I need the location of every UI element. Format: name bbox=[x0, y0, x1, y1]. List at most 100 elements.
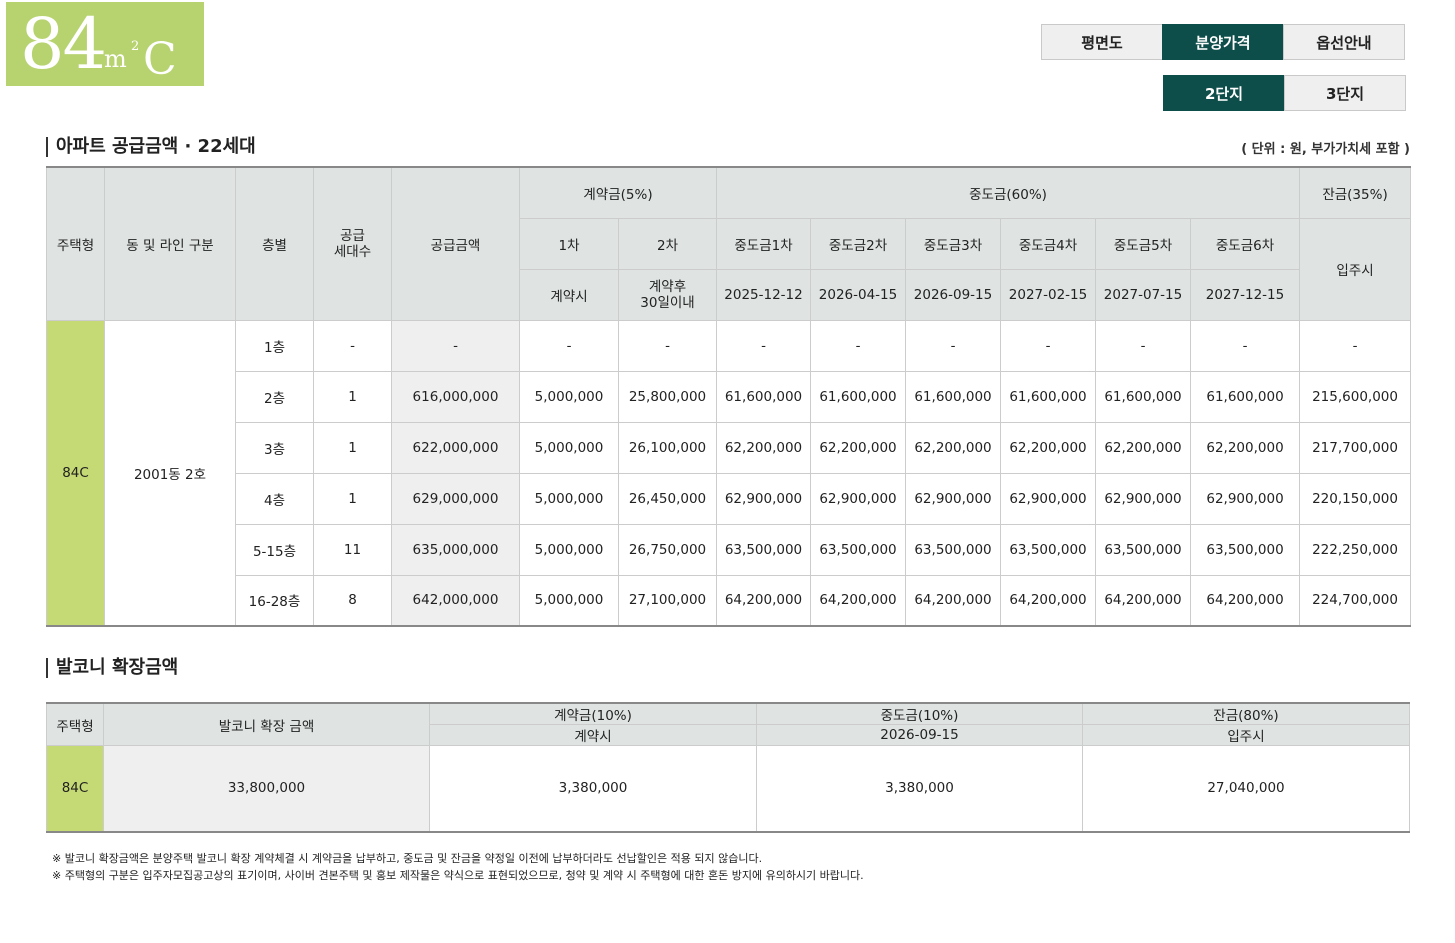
cell-supply: 616,000,000 bbox=[391, 370, 520, 423]
col-header-d5: 2027-07-15 bbox=[1095, 268, 1191, 321]
footnote-unit-type: ※ 주택형의 구분은 입주자모집공고상의 표기이며, 사이버 견본주택 및 홍보… bbox=[52, 869, 864, 882]
cell-m1: 61,600,000 bbox=[716, 370, 811, 423]
cell-c1: 5,000,000 bbox=[519, 370, 619, 423]
cell-m1: 62,200,000 bbox=[716, 421, 811, 474]
col-header-c2-when: 계약후 30일이내 bbox=[618, 268, 717, 321]
col-header-m2: 중도금2차 bbox=[810, 217, 906, 270]
cell-households: - bbox=[313, 319, 392, 372]
col-header-m6: 중도금6차 bbox=[1189, 217, 1301, 270]
cell-m4: 63,500,000 bbox=[1000, 523, 1096, 576]
col-header-d1: 2025-12-12 bbox=[716, 268, 811, 321]
col-header-contract: 계약금(5%) bbox=[519, 166, 717, 219]
balcony-header-type: 주택형 bbox=[46, 702, 104, 746]
cell-m4: 62,200,000 bbox=[1000, 421, 1096, 474]
cell-m1: - bbox=[716, 319, 811, 372]
cell-c1: 5,000,000 bbox=[519, 472, 619, 525]
col-header-line: 동 및 라인 구분 bbox=[104, 166, 236, 321]
table-row: 84C 2001동 2호 1층 - - - - - - - - - - - bbox=[46, 319, 1412, 627]
balcony-header-middle-when: 2026-09-15 bbox=[756, 724, 1083, 746]
balcony-header-balance: 잔금(80%) bbox=[1082, 702, 1410, 725]
table-row: 4층 1 629,000,000 5,000,000 26,450,000 62,900,… bbox=[47, 472, 1412, 525]
cell-households: 8 bbox=[313, 574, 392, 627]
balcony-price-table: 주택형 발코니 확장 금액 계약금(10%) 중도금(10%) 잔금(80%) … bbox=[46, 702, 1410, 833]
cell-c2: 26,450,000 bbox=[618, 472, 717, 525]
cell-m6: 61,600,000 bbox=[1189, 370, 1301, 423]
tab-options[interactable]: 옵선안내 bbox=[1283, 24, 1405, 60]
balcony-cell-contract: 3,380,000 bbox=[429, 745, 757, 832]
cell-floor: 1층 bbox=[235, 319, 314, 372]
col-header-supply: 공급금액 bbox=[391, 166, 520, 321]
cell-supply: 629,000,000 bbox=[391, 472, 520, 525]
cell-balance: 222,250,000 bbox=[1299, 523, 1412, 576]
cell-m6: - bbox=[1189, 319, 1301, 372]
col-header-m3: 중도금3차 bbox=[905, 217, 1001, 270]
cell-m5: 63,500,000 bbox=[1095, 523, 1191, 576]
cell-m5: 62,200,000 bbox=[1095, 421, 1191, 474]
cell-c1: 5,000,000 bbox=[519, 574, 619, 627]
cell-m3: 63,500,000 bbox=[905, 523, 1001, 576]
col-header-m5: 중도금5차 bbox=[1095, 217, 1191, 270]
cell-m3: 62,900,000 bbox=[905, 472, 1001, 525]
cell-m3: - bbox=[905, 319, 1001, 372]
table-row: 2층 1 616,000,000 5,000,000 25,800,000 61,600,… bbox=[47, 370, 1412, 423]
balcony-cell-amount: 33,800,000 bbox=[103, 745, 430, 832]
balcony-cell-middle: 3,380,000 bbox=[756, 745, 1083, 832]
cell-m2: 61,600,000 bbox=[810, 370, 906, 423]
cell-m4: 61,600,000 bbox=[1000, 370, 1096, 423]
cell-households: 11 bbox=[313, 523, 392, 576]
cell-m4: - bbox=[1000, 319, 1096, 372]
cell-m1: 63,500,000 bbox=[716, 523, 811, 576]
cell-m6: 64,200,000 bbox=[1189, 574, 1301, 627]
main-tab-bar: 평면도 분양가격 옵선안내 bbox=[1041, 24, 1405, 60]
tab-floor-plan[interactable]: 평면도 bbox=[1041, 24, 1163, 60]
tab-complex-3[interactable]: 3단지 bbox=[1284, 75, 1406, 111]
badge-type-letter: C bbox=[143, 34, 177, 85]
cell-balance: 220,150,000 bbox=[1299, 472, 1412, 525]
balcony-header-amount: 발코니 확장 금액 bbox=[103, 702, 430, 746]
cell-m1: 64,200,000 bbox=[716, 574, 811, 627]
cell-m6: 62,200,000 bbox=[1189, 421, 1301, 474]
cell-floor: 3층 bbox=[235, 421, 314, 474]
cell-floor: 16-28층 bbox=[235, 574, 314, 627]
cell-c2: 25,800,000 bbox=[618, 370, 717, 423]
cell-m4: 64,200,000 bbox=[1000, 574, 1096, 627]
unit-type-badge: 84 m 2 C bbox=[6, 2, 204, 86]
cell-m2: 63,500,000 bbox=[810, 523, 906, 576]
badge-area-number: 84 bbox=[20, 3, 107, 85]
col-header-type: 주택형 bbox=[46, 166, 105, 321]
col-header-m4: 중도금4차 bbox=[1000, 217, 1096, 270]
balcony-header-contract-when: 계약시 bbox=[429, 724, 757, 746]
cell-m2: 62,200,000 bbox=[810, 421, 906, 474]
cell-households: 1 bbox=[313, 421, 392, 474]
cell-balance: 217,700,000 bbox=[1299, 421, 1412, 474]
cell-m2: - bbox=[810, 319, 906, 372]
balcony-section-title: 발코니 확장금액 bbox=[46, 658, 178, 678]
col-header-move-in: 입주시 bbox=[1299, 217, 1412, 321]
cell-balance: - bbox=[1299, 319, 1412, 372]
cell-floor: 4층 bbox=[235, 472, 314, 525]
cell-m2: 64,200,000 bbox=[810, 574, 906, 627]
cell-floor: 5-15층 bbox=[235, 523, 314, 576]
unit-note: ( 단위 : 원, 부가가치세 포함 ) bbox=[1241, 142, 1410, 157]
col-header-balance: 잔금(35%) bbox=[1299, 166, 1412, 219]
col-header-d2: 2026-04-15 bbox=[810, 268, 906, 321]
tab-sale-price[interactable]: 분양가격 bbox=[1162, 24, 1284, 60]
cell-m6: 62,900,000 bbox=[1189, 472, 1301, 525]
cell-m3: 61,600,000 bbox=[905, 370, 1001, 423]
cell-balance: 224,700,000 bbox=[1299, 574, 1412, 627]
badge-area-unit: m bbox=[104, 45, 127, 73]
cell-m1: 62,900,000 bbox=[716, 472, 811, 525]
col-header-m1: 중도금1차 bbox=[716, 217, 811, 270]
balcony-row: 84C 33,800,000 3,380,000 3,380,000 27,04… bbox=[46, 745, 1410, 832]
cell-balance: 215,600,000 bbox=[1299, 370, 1412, 423]
col-header-households: 공급 세대수 bbox=[313, 166, 392, 321]
tab-complex-2[interactable]: 2단지 bbox=[1163, 75, 1285, 111]
cell-c1: - bbox=[519, 319, 619, 372]
cell-m6: 63,500,000 bbox=[1189, 523, 1301, 576]
cell-supply: - bbox=[391, 319, 520, 372]
footnote-balcony: ※ 발코니 확장금액은 분양주택 발코니 확장 계약체결 시 계약금을 납부하고… bbox=[52, 852, 763, 865]
cell-m5: 64,200,000 bbox=[1095, 574, 1191, 627]
cell-floor: 2층 bbox=[235, 370, 314, 423]
cell-c1: 5,000,000 bbox=[519, 421, 619, 474]
cell-c2: 26,750,000 bbox=[618, 523, 717, 576]
